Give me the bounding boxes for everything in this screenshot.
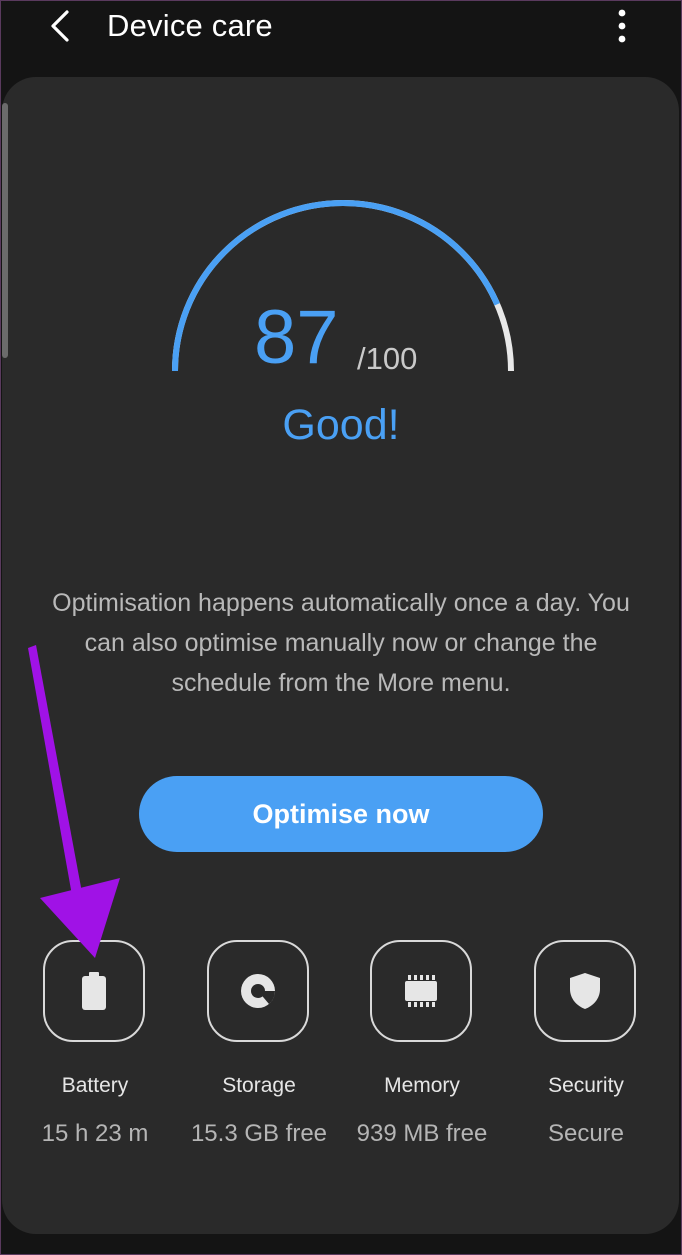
memory-tile[interactable]: Memory 939 MB free [340, 940, 504, 1160]
optimisation-description: Optimisation happens automatically once … [52, 589, 630, 697]
score-gauge [172, 200, 514, 372]
battery-icon-button[interactable] [43, 940, 145, 1042]
storage-icon-button[interactable] [207, 940, 309, 1042]
battery-icon [82, 972, 106, 1010]
back-button[interactable] [40, 6, 80, 46]
score-max: /100 [357, 341, 418, 376]
app-header: Device care [0, 0, 682, 60]
storage-value: 15.3 GB free [190, 1120, 328, 1147]
security-icon-button[interactable] [534, 940, 636, 1042]
page-title: Device care [107, 8, 273, 43]
battery-tile[interactable]: Battery 15 h 23 m [13, 940, 177, 1160]
scroll-indicator[interactable] [2, 103, 8, 358]
memory-chip-icon [405, 975, 437, 1007]
memory-value: 939 MB free [356, 1120, 488, 1147]
battery-value: 15 h 23 m [41, 1120, 149, 1147]
optimise-now-button[interactable]: Optimise now [139, 776, 543, 852]
storage-pie-icon [241, 974, 276, 1008]
more-vert-icon [618, 9, 626, 43]
gauge-track [172, 200, 514, 372]
security-tile[interactable]: Security Secure [504, 940, 668, 1160]
score-status: Good! [282, 401, 400, 449]
security-label: Security [548, 1074, 624, 1097]
storage-tile[interactable]: Storage 15.3 GB free [177, 940, 341, 1160]
battery-label: Battery [61, 1074, 129, 1097]
security-value: Secure [547, 1120, 625, 1147]
memory-icon-button[interactable] [370, 940, 472, 1042]
chevron-left-icon [51, 10, 69, 42]
memory-label: Memory [384, 1074, 460, 1097]
more-options-button[interactable] [602, 6, 642, 46]
shield-icon [570, 973, 600, 1009]
score-value: 87 [254, 295, 339, 380]
storage-label: Storage [222, 1074, 296, 1097]
